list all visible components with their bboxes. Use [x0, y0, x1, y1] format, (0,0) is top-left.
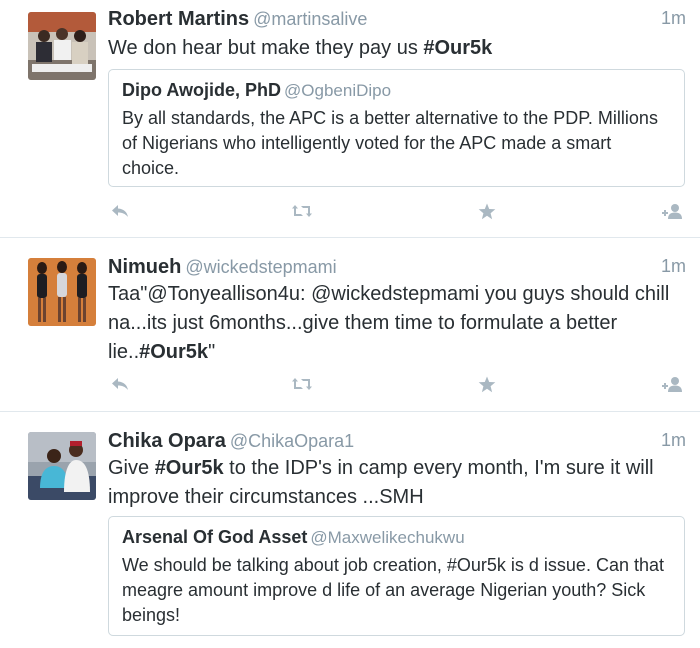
quoted-text: We should be talking about job creation,…	[122, 555, 664, 625]
favorite-button[interactable]	[475, 373, 499, 395]
author-name[interactable]: Nimueh	[108, 256, 181, 278]
quoted-author-name: Dipo Awojide, PhD	[122, 80, 282, 100]
retweet-icon	[292, 378, 312, 390]
avatar-photo	[28, 12, 96, 80]
avatar-photo	[28, 258, 96, 326]
tweet-actions	[108, 373, 686, 395]
tweet-text: We don hear but make they pay us #Our5k	[108, 34, 682, 63]
reply-button[interactable]	[108, 200, 132, 222]
tweet-card[interactable]: Chika Opara @ChikaOpara1 1m Give #Our5k t…	[0, 412, 700, 648]
reply-icon	[112, 378, 128, 390]
tweet-text-post: "	[208, 341, 216, 363]
avatar-photo	[28, 432, 96, 500]
tweet-text: Taa"@Tonyeallison4u: @wickedstepmami you…	[108, 280, 682, 367]
timestamp[interactable]: 1m	[661, 8, 686, 29]
avatar[interactable]	[28, 258, 96, 326]
author-handle[interactable]: @wickedstepmami	[185, 257, 336, 277]
quoted-tweet[interactable]: Arsenal Of God Asset @Maxwelikechukwu We …	[108, 516, 685, 636]
reply-icon	[112, 205, 128, 217]
tweet-text: Give #Our5k to the IDP's in camp every m…	[108, 454, 682, 512]
favorite-button[interactable]	[475, 200, 499, 222]
timestamp[interactable]: 1m	[661, 256, 686, 277]
hashtag-link[interactable]: #Our5k	[139, 341, 208, 363]
author-handle[interactable]: @martinsalive	[253, 9, 367, 29]
star-icon	[478, 376, 496, 392]
quoted-text: By all standards, the APC is a better al…	[122, 108, 658, 178]
timestamp[interactable]: 1m	[661, 430, 686, 451]
tweet-text-pre: We don hear but make they pay us	[108, 37, 424, 59]
author-name[interactable]: Robert Martins	[108, 8, 249, 30]
avatar[interactable]	[28, 432, 96, 500]
hashtag-link[interactable]: #Our5k	[155, 457, 224, 479]
follow-icon	[662, 376, 682, 392]
timeline: Robert Martins @martinsalive 1m We don he…	[0, 0, 700, 648]
quoted-tweet[interactable]: Dipo Awojide, PhD @OgbeniDipo By all stan…	[108, 69, 685, 187]
author-handle[interactable]: @ChikaOpara1	[230, 431, 354, 451]
quoted-author-handle: @Maxwelikechukwu	[310, 528, 465, 547]
follow-button[interactable]	[660, 200, 684, 222]
tweet-actions	[108, 200, 686, 222]
follow-button[interactable]	[660, 373, 684, 395]
tweet-text-pre: Give	[108, 457, 155, 479]
retweet-button[interactable]	[290, 373, 314, 395]
retweet-button[interactable]	[290, 200, 314, 222]
tweet-header: Robert Martins @martinsalive 1m	[108, 8, 686, 36]
follow-icon	[662, 203, 682, 219]
quoted-author-name: Arsenal Of God Asset	[122, 527, 308, 547]
star-icon	[478, 203, 496, 219]
hashtag-link[interactable]: #Our5k	[423, 37, 492, 59]
reply-button[interactable]	[108, 373, 132, 395]
avatar[interactable]	[28, 12, 96, 80]
tweet-card[interactable]: Robert Martins @martinsalive 1m We don he…	[0, 0, 700, 238]
author-name[interactable]: Chika Opara	[108, 430, 226, 452]
quoted-author-handle: @OgbeniDipo	[284, 81, 392, 100]
tweet-card[interactable]: Nimueh @wickedstepmami 1m Taa"@Tonyeallis…	[0, 238, 700, 412]
retweet-icon	[292, 205, 312, 217]
